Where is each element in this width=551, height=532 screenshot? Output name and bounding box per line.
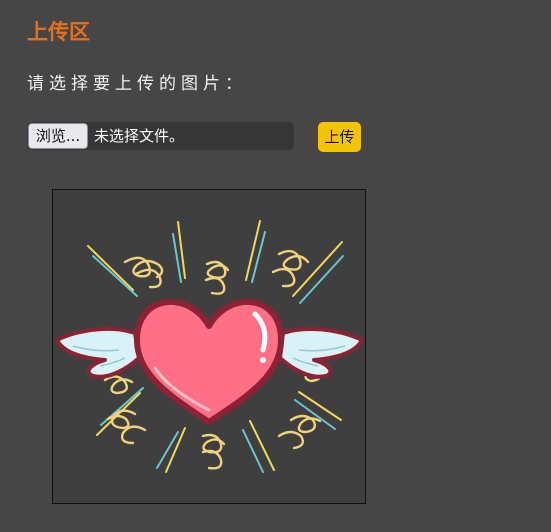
upload-button[interactable]: 上传 (318, 122, 361, 152)
file-status-text: 未选择文件。 (94, 127, 185, 145)
page-title: 上传区 (27, 20, 90, 44)
file-input[interactable]: 浏览... 未选择文件。 (27, 122, 294, 150)
winged-heart-icon (55, 220, 364, 473)
browse-button[interactable]: 浏览... (28, 123, 88, 149)
upload-prompt: 请选择要上传的图片： (27, 74, 247, 94)
image-preview (52, 189, 366, 504)
